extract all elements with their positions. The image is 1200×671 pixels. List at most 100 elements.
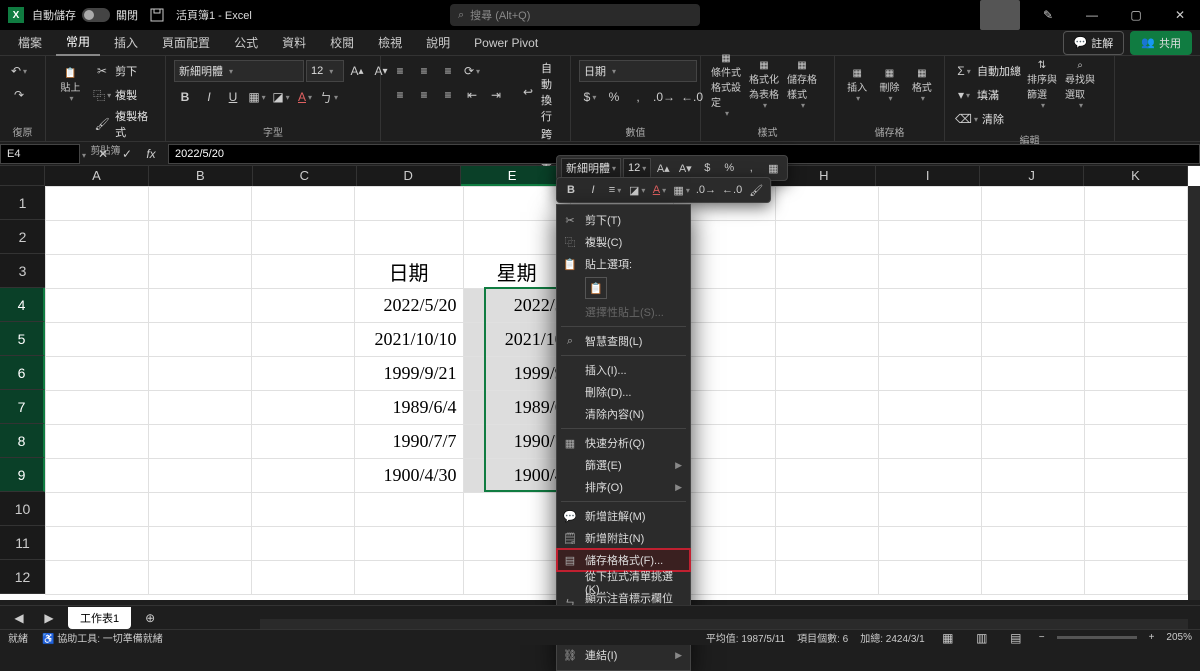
- cell-E9[interactable]: 1900/4: [463, 459, 570, 493]
- mini-font-color-icon[interactable]: A: [649, 180, 669, 200]
- cell-I10[interactable]: [879, 493, 982, 527]
- cell-I1[interactable]: [879, 187, 982, 221]
- font-name-dropdown[interactable]: 新細明體: [174, 60, 304, 82]
- cell-A1[interactable]: [46, 187, 149, 221]
- cell-B9[interactable]: [148, 459, 251, 493]
- column-header-E[interactable]: E: [461, 166, 565, 186]
- cell-D7[interactable]: 1989/6/4: [354, 391, 463, 425]
- mini-font-name[interactable]: 新細明體: [561, 158, 621, 178]
- cell-H4[interactable]: [776, 289, 879, 323]
- cell-B10[interactable]: [148, 493, 251, 527]
- orientation-icon[interactable]: ⟳: [461, 60, 483, 82]
- view-normal-icon[interactable]: ▦: [937, 627, 959, 649]
- tab-powerpivot[interactable]: Power Pivot: [464, 32, 548, 54]
- cell-D4[interactable]: 2022/5/20: [354, 289, 463, 323]
- tab-file[interactable]: 檔案: [8, 30, 52, 55]
- enter-icon[interactable]: ✓: [116, 143, 138, 165]
- cell-J7[interactable]: [982, 391, 1085, 425]
- sort-filter-button[interactable]: ⇅排序與篩選: [1025, 60, 1059, 110]
- mini-comma-icon[interactable]: ,: [741, 158, 761, 178]
- zoom-in-button[interactable]: +: [1149, 632, 1155, 643]
- tab-formulas[interactable]: 公式: [224, 30, 268, 55]
- cell-D6[interactable]: 1999/9/21: [354, 357, 463, 391]
- mini-border-icon[interactable]: ▦: [671, 180, 691, 200]
- cell-E7[interactable]: 1989/6: [463, 391, 570, 425]
- zoom-out-button[interactable]: −: [1039, 632, 1045, 643]
- mini-inc-decimal-icon[interactable]: .0→: [694, 180, 718, 200]
- vertical-scrollbar[interactable]: [1188, 186, 1200, 600]
- cell-K3[interactable]: [1085, 255, 1188, 289]
- cell-C4[interactable]: [251, 289, 354, 323]
- currency-icon[interactable]: $: [579, 86, 601, 108]
- cell-K10[interactable]: [1085, 493, 1188, 527]
- cell-I4[interactable]: [879, 289, 982, 323]
- menu-delete[interactable]: 刪除(D)...: [557, 381, 690, 403]
- save-icon[interactable]: [146, 4, 168, 26]
- bold-icon[interactable]: B: [174, 86, 196, 108]
- italic-icon[interactable]: I: [198, 86, 220, 108]
- cell-E4[interactable]: 2022/5: [463, 289, 570, 323]
- indent-inc-icon[interactable]: ⇥: [485, 84, 507, 106]
- delete-cells-button[interactable]: ▦刪除: [875, 60, 903, 110]
- cell-H3[interactable]: [776, 255, 879, 289]
- format-painter-icon[interactable]: 🖌: [91, 113, 113, 135]
- new-sheet-button[interactable]: ⊕: [139, 607, 161, 629]
- cell-E2[interactable]: [463, 221, 570, 255]
- mini-dec-font-icon[interactable]: A▾: [675, 158, 695, 178]
- autosave-toggle[interactable]: 自動儲存 關閉: [32, 7, 138, 23]
- cell-D9[interactable]: 1900/4/30: [354, 459, 463, 493]
- cell-I12[interactable]: [879, 561, 982, 595]
- insert-cells-button[interactable]: ▦插入: [843, 60, 871, 110]
- cell-K8[interactable]: [1085, 425, 1188, 459]
- cell-A5[interactable]: [46, 323, 149, 357]
- cell-E1[interactable]: [463, 187, 570, 221]
- cell-H6[interactable]: [776, 357, 879, 391]
- percent-icon[interactable]: %: [603, 86, 625, 108]
- undo-button[interactable]: ↶: [8, 60, 30, 82]
- autosum-icon[interactable]: Σ: [953, 60, 975, 82]
- share-button[interactable]: 👥 共用: [1130, 31, 1192, 55]
- cell-A12[interactable]: [46, 561, 149, 595]
- minimize-button[interactable]: ―: [1072, 0, 1112, 30]
- cell-K11[interactable]: [1085, 527, 1188, 561]
- row-header-3[interactable]: 3: [0, 254, 45, 288]
- row-header-7[interactable]: 7: [0, 390, 45, 424]
- menu-link[interactable]: ⛓連結(I)▶: [557, 644, 690, 666]
- cell-I5[interactable]: [879, 323, 982, 357]
- find-select-button[interactable]: ⌕尋找與選取: [1063, 60, 1097, 110]
- cut-icon[interactable]: ✂: [91, 60, 113, 82]
- underline-icon[interactable]: U: [222, 86, 244, 108]
- align-mid-icon[interactable]: ≡: [413, 60, 435, 82]
- tab-home[interactable]: 常用: [56, 29, 100, 56]
- paste-default-button[interactable]: 📋: [585, 277, 607, 299]
- menu-cut[interactable]: ✂剪下(T): [557, 209, 690, 231]
- column-header-A[interactable]: A: [45, 166, 149, 186]
- row-header-1[interactable]: 1: [0, 186, 45, 220]
- tab-view[interactable]: 檢視: [368, 30, 412, 55]
- cell-K2[interactable]: [1085, 221, 1188, 255]
- increase-font-icon[interactable]: A▴: [346, 60, 368, 82]
- cell-H12[interactable]: [776, 561, 879, 595]
- format-cells-button[interactable]: ▦格式: [908, 60, 936, 110]
- column-header-B[interactable]: B: [149, 166, 253, 186]
- column-header-D[interactable]: D: [357, 166, 461, 186]
- cell-B11[interactable]: [148, 527, 251, 561]
- cell-J10[interactable]: [982, 493, 1085, 527]
- mini-fill-color-icon[interactable]: ◪: [627, 180, 647, 200]
- sheet-tab-1[interactable]: 工作表1: [68, 607, 131, 629]
- cell-C5[interactable]: [251, 323, 354, 357]
- cell-B8[interactable]: [148, 425, 251, 459]
- cell-B7[interactable]: [148, 391, 251, 425]
- cell-I9[interactable]: [879, 459, 982, 493]
- menu-sort[interactable]: 排序(O)▶: [557, 476, 690, 498]
- sheet-next-icon[interactable]: ▶: [38, 607, 60, 629]
- menu-copy[interactable]: ⿻複製(C): [557, 231, 690, 253]
- align-top-icon[interactable]: ≡: [389, 60, 411, 82]
- column-header-C[interactable]: C: [253, 166, 357, 186]
- cell-H11[interactable]: [776, 527, 879, 561]
- user-avatar[interactable]: [980, 0, 1020, 30]
- cell-K4[interactable]: [1085, 289, 1188, 323]
- row-header-10[interactable]: 10: [0, 492, 45, 526]
- zoom-level[interactable]: 205%: [1166, 632, 1192, 643]
- namebox-chevron-icon[interactable]: [80, 147, 86, 161]
